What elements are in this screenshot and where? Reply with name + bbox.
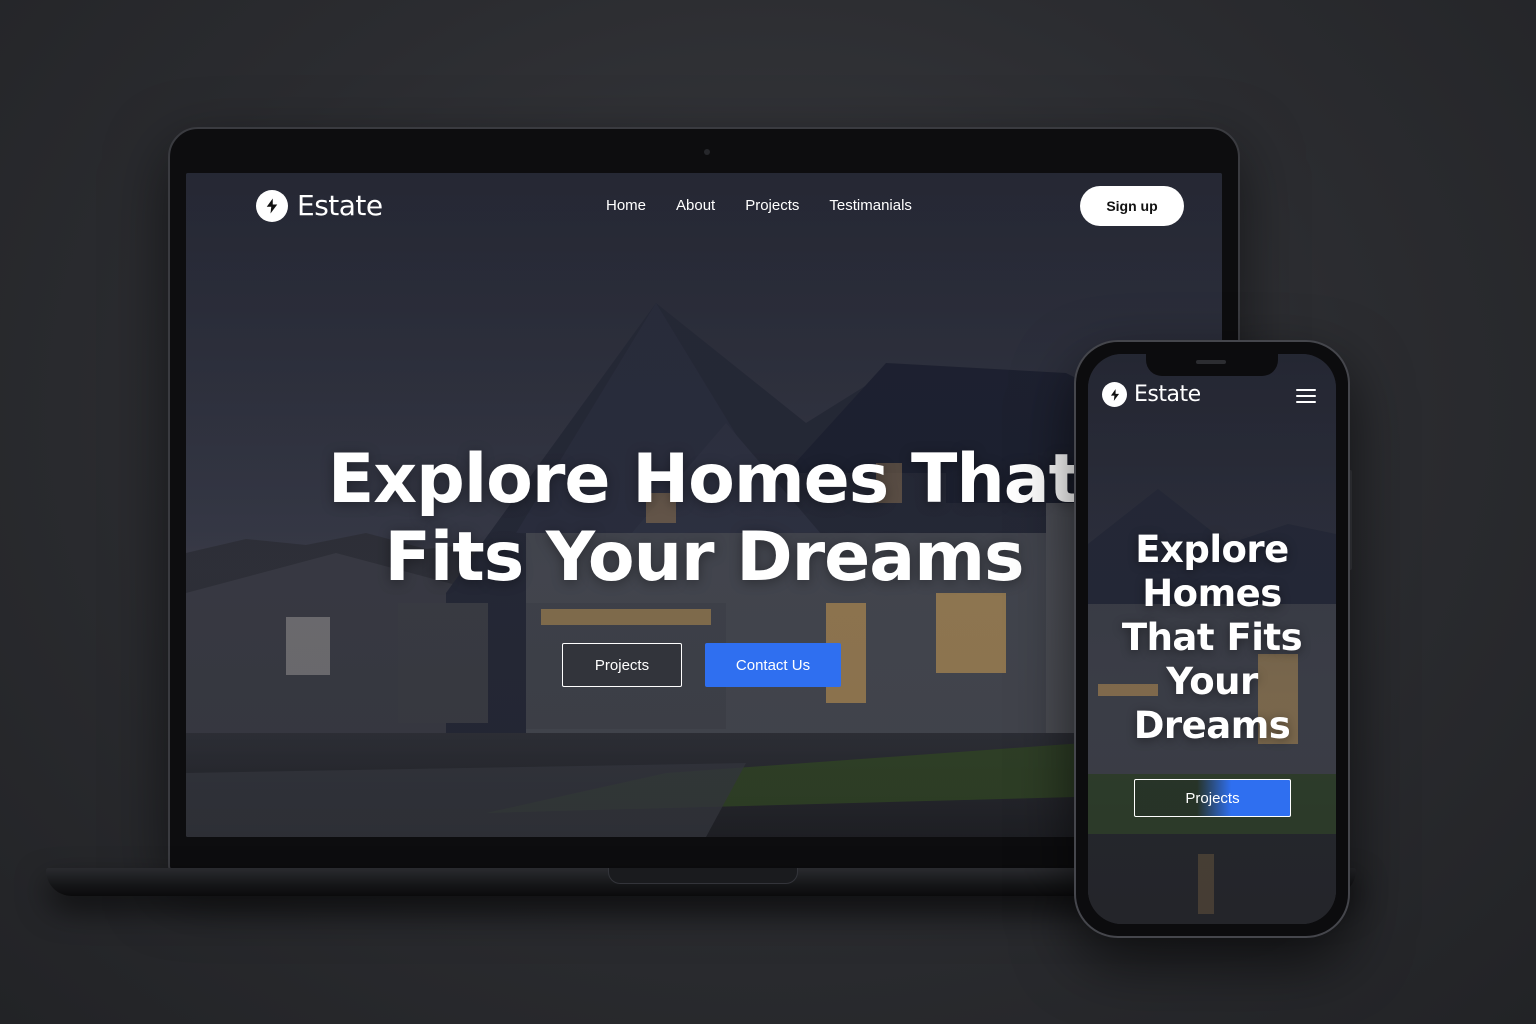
contact-us-button[interactable]: Contact Us [705,643,841,687]
mobile-brand-logo[interactable]: Estate [1102,382,1201,407]
brand-name: Estate [297,189,383,222]
mobile-title-line-1: Explore [1135,528,1289,571]
hamburger-menu-icon[interactable] [1296,389,1316,403]
nav-links: Home About Projects Testimanials [606,197,912,214]
nav-link-about[interactable]: About [676,197,715,214]
signup-button[interactable]: Sign up [1080,186,1184,226]
hero-title-line-2: Fits Your Dreams [384,518,1024,597]
device-mockup-stage: Estate Home About Projects Testimanials … [0,0,1536,1024]
mobile-brand-name: Estate [1134,382,1201,407]
mobile-title-line-4: Your [1166,660,1258,703]
phone-speaker [1196,360,1226,364]
laptop-camera [704,149,710,155]
nav-link-home[interactable]: Home [606,197,646,214]
nav-link-testimonials[interactable]: Testimanials [829,197,912,214]
brand-logo[interactable]: Estate [256,189,383,222]
projects-button[interactable]: Projects [562,643,682,687]
lightning-bolt-icon [256,189,288,222]
nav-link-projects[interactable]: Projects [745,197,799,214]
mobile-hero-title: Explore Homes That Fits Your Dreams [1088,528,1336,748]
mobile-title-line-5: Dreams [1133,704,1291,747]
laptop-hinge-notch [608,868,798,884]
mobile-title-line-3: That Fits [1121,616,1303,659]
mobile-projects-button[interactable]: Projects [1134,779,1291,817]
hero-title: Explore Homes That Fits Your Dreams [186,441,1222,597]
hero-actions: Projects Contact Us [562,643,841,687]
hero-title-line-1: Explore Homes That [327,440,1081,519]
top-navigation: Estate Home About Projects Testimanials … [186,173,1222,243]
phone-notch [1146,354,1278,376]
phone-frame: Estate Explore Homes That Fits Your Drea… [1074,340,1350,938]
laptop-screen: Estate Home About Projects Testimanials … [186,173,1222,837]
phone-screen: Estate Explore Homes That Fits Your Drea… [1088,354,1336,924]
lightning-bolt-icon [1102,382,1127,407]
mobile-title-line-2: Homes [1142,572,1282,615]
